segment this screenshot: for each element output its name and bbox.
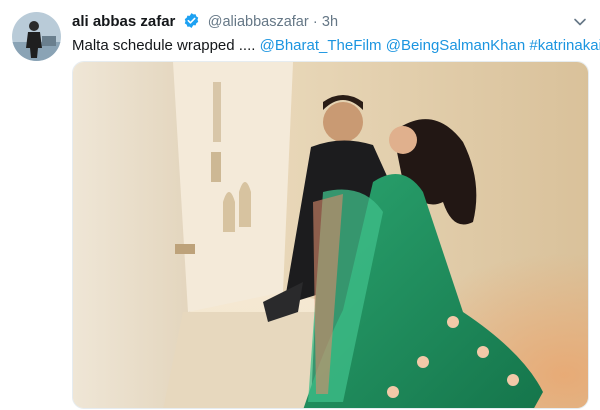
tweet-photo[interactable] — [72, 61, 589, 409]
hashtag-link[interactable]: #katrinakaif — [529, 37, 600, 54]
author-handle[interactable]: @aliabbaszafar — [208, 14, 309, 30]
verified-badge-icon — [183, 12, 200, 34]
tweet-text: Malta schedule wrapped .... @Bharat_TheF… — [72, 36, 600, 56]
tweet-card[interactable]: ali abbas zafar @aliabbaszafar · 3h Malt… — [0, 0, 600, 410]
author-name[interactable]: ali abbas zafar — [72, 13, 175, 30]
separator-dot: · — [312, 14, 318, 30]
tweet-text-plain: Malta schedule wrapped .... — [72, 37, 256, 54]
mention-link[interactable]: @Bharat_TheFilm — [260, 37, 382, 54]
timestamp[interactable]: 3h — [322, 14, 338, 30]
mention-link[interactable]: @BeingSalmanKhan — [386, 37, 525, 54]
tweet-header: ali abbas zafar @aliabbaszafar · 3h — [72, 12, 338, 34]
avatar[interactable] — [12, 12, 61, 61]
avatar-image — [12, 12, 61, 61]
photo-image — [73, 62, 588, 408]
chevron-down-icon[interactable] — [572, 14, 588, 35]
